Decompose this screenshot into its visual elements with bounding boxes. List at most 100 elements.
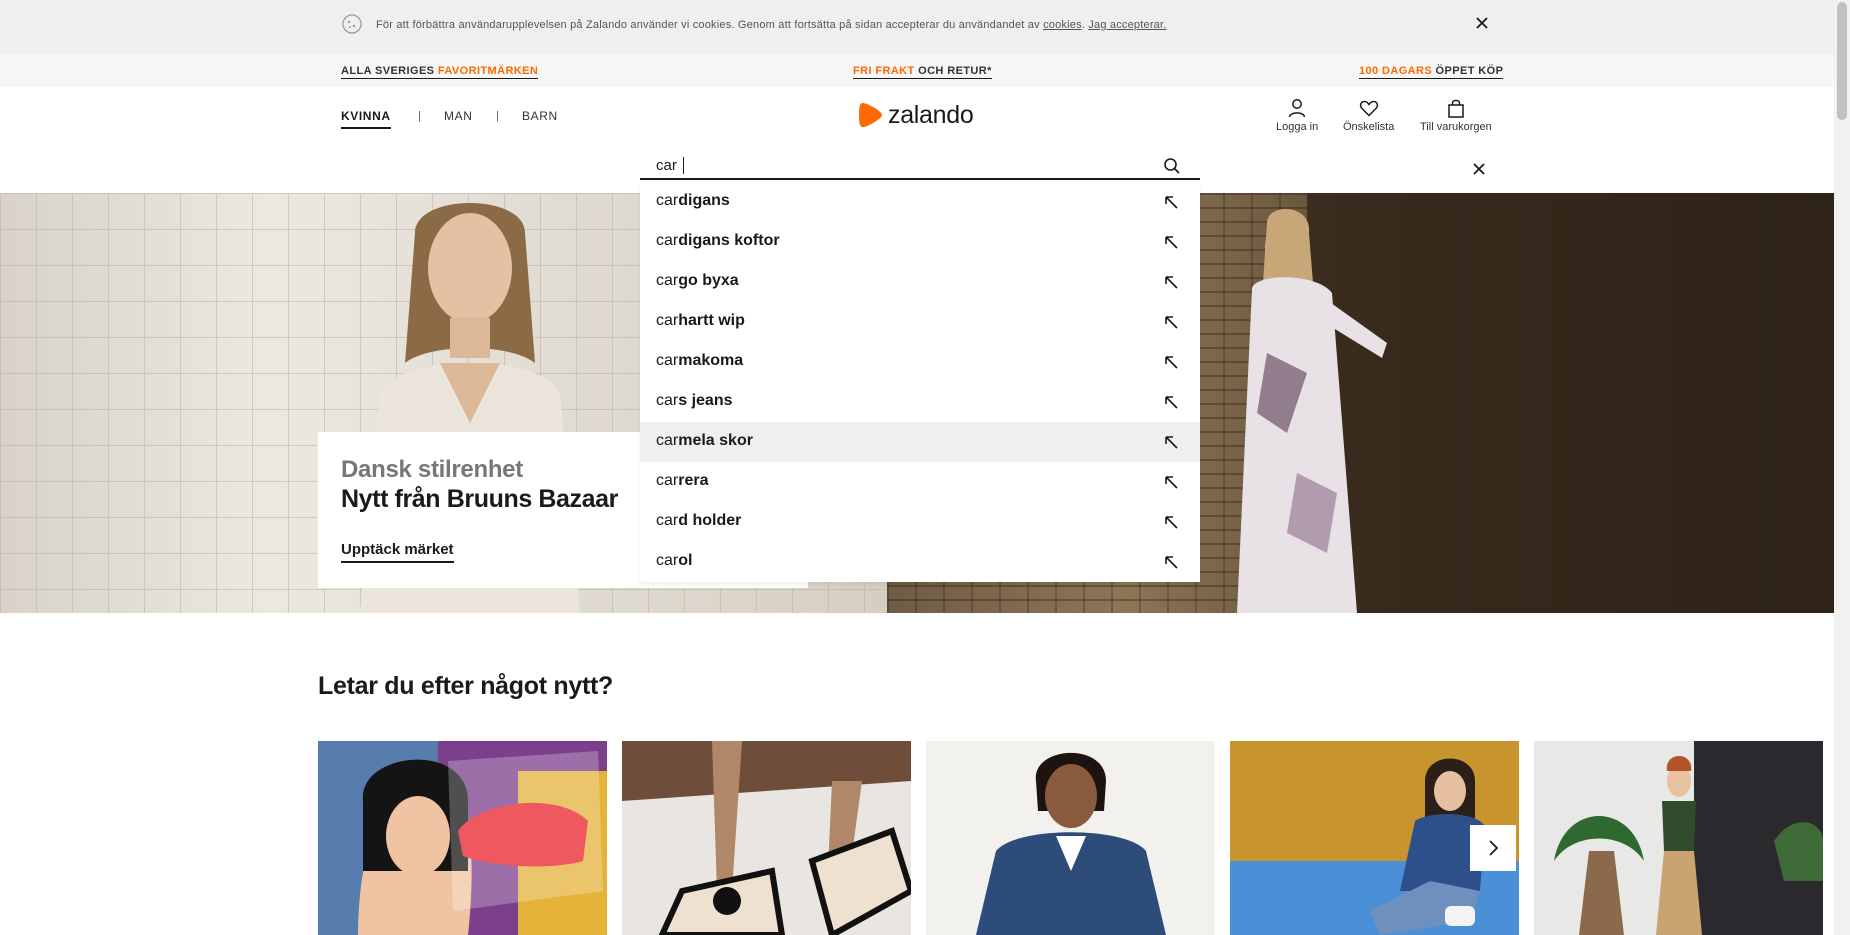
suggestion-label: carol [656, 552, 692, 570]
suggestion-item[interactable]: cardigans koftor [640, 222, 1200, 262]
suggestion-prefix: car [656, 392, 679, 409]
cookie-icon [342, 14, 362, 34]
promo-center-text: OCH RETUR* [918, 65, 992, 77]
suggestion-completion: s jeans [678, 392, 733, 409]
scrollbar-thumb[interactable] [1837, 2, 1847, 120]
cookie-banner: För att förbättra användarupplevelsen på… [0, 0, 1834, 54]
suggestion-label: cargo byxa [656, 272, 739, 290]
hero-title: Nytt från Bruuns Bazaar [341, 485, 618, 513]
suggestion-prefix: car [656, 352, 679, 369]
login-label: Logga in [1276, 121, 1319, 133]
cookies-link[interactable]: cookies [1043, 19, 1082, 31]
promo-left-highlight: FAVORITMÄRKEN [437, 65, 539, 77]
product-card[interactable] [1534, 741, 1823, 935]
suggestion-completion: makoma [678, 352, 744, 369]
suggestion-completion: d holder [678, 512, 742, 529]
suggestion-item[interactable]: carrera [640, 462, 1200, 502]
close-icon[interactable] [1471, 161, 1487, 177]
suggestion-label: cars jeans [656, 392, 733, 410]
promo-strip: ALLA SVERIGES FAVORITMÄRKEN FRI FRAKT OC… [0, 54, 1834, 87]
suggestion-item[interactable]: carmela skor [640, 422, 1200, 462]
suggestion-item[interactable]: carmakoma [640, 342, 1200, 382]
cookie-text: För att förbättra användarupplevelsen på… [376, 19, 1040, 31]
login-button[interactable]: Logga in [1276, 98, 1318, 133]
suggestion-prefix: car [656, 432, 679, 449]
wishlist-button[interactable]: Önskelista [1343, 98, 1394, 133]
logo-icon [859, 103, 882, 127]
suggestion-prefix: car [656, 232, 679, 249]
arrow-up-left-icon[interactable] [1163, 554, 1179, 570]
suggestion-prefix: car [656, 472, 679, 489]
suggestion-label: card holder [656, 512, 741, 530]
arrow-up-left-icon[interactable] [1163, 514, 1179, 530]
arrow-up-left-icon[interactable] [1163, 234, 1179, 250]
promo-right-text: ÖPPET KÖP [1435, 65, 1504, 77]
arrow-up-left-icon[interactable] [1163, 314, 1179, 330]
arrow-up-left-icon[interactable] [1163, 274, 1179, 290]
suggestion-completion: go byxa [678, 272, 739, 289]
heart-icon [1359, 100, 1378, 117]
accept-cookies-link[interactable]: Jag accepterar. [1088, 19, 1166, 31]
arrow-up-left-icon[interactable] [1163, 394, 1179, 410]
model-figure [1237, 209, 1387, 613]
product-card[interactable] [622, 741, 911, 935]
tab-kvinna[interactable]: KVINNA [341, 109, 391, 129]
search-suggestions: cardigans cardigans koftor cargo byxa carha… [640, 182, 1200, 582]
promo-free-shipping[interactable]: FRI FRAKT OCH RETUR* [853, 65, 992, 79]
search-input[interactable] [656, 157, 1136, 174]
suggestion-completion: ol [678, 552, 693, 569]
arrow-up-left-icon[interactable] [1163, 354, 1179, 370]
discover-brand-link[interactable]: Upptäck märket [341, 541, 454, 563]
product-card[interactable] [926, 741, 1215, 935]
zalando-logo[interactable]: zalando [858, 100, 974, 130]
cart-button[interactable]: Till varukorgen [1420, 98, 1492, 133]
promo-favorite-brands[interactable]: ALLA SVERIGES FAVORITMÄRKEN [341, 65, 539, 79]
tab-barn[interactable]: BARN [522, 109, 558, 123]
carousel-next-button[interactable] [1470, 825, 1516, 871]
suggestion-prefix: car [656, 272, 679, 289]
suggestion-label: carmela skor [656, 432, 753, 450]
cart-label: Till varukorgen [1420, 121, 1492, 133]
suggestion-item[interactable]: cardigans [640, 182, 1200, 222]
close-icon[interactable] [1473, 14, 1491, 32]
product-image [1534, 741, 1823, 935]
chevron-right-icon [1489, 840, 1499, 856]
scrollbar[interactable] [1834, 0, 1850, 935]
promo-open-purchase[interactable]: 100 DAGARS ÖPPET KÖP [1359, 65, 1504, 79]
search-field[interactable] [640, 152, 1200, 180]
search-icon[interactable] [1163, 157, 1181, 175]
tab-man[interactable]: MAN [444, 109, 472, 123]
user-icon [1288, 99, 1306, 118]
suggestion-label: cardigans [656, 192, 730, 210]
arrow-up-left-icon[interactable] [1163, 474, 1179, 490]
suggestion-completion: hartt wip [678, 312, 745, 329]
product-image [622, 741, 911, 935]
suggestion-prefix: car [656, 192, 679, 209]
suggestion-item[interactable]: card holder [640, 502, 1200, 542]
suggestion-label: carrera [656, 472, 708, 490]
suggestion-completion: digans koftor [678, 232, 780, 249]
product-card[interactable] [318, 741, 607, 935]
suggestion-completion: mela skor [678, 432, 753, 449]
suggestion-item[interactable]: carol [640, 542, 1200, 582]
bag-icon [1448, 99, 1464, 118]
arrow-up-left-icon[interactable] [1163, 434, 1179, 450]
nav-separator: | [418, 110, 421, 122]
hero-subtitle: Dansk stilrenhet [341, 456, 523, 483]
arrow-up-left-icon[interactable] [1163, 194, 1179, 210]
suggestion-item[interactable]: carhartt wip [640, 302, 1200, 342]
suggestion-prefix: car [656, 312, 679, 329]
section-title: Letar du efter något nytt? [318, 672, 613, 700]
suggestion-prefix: car [656, 552, 679, 569]
suggestion-label: carhartt wip [656, 312, 745, 330]
suggestion-completion: rera [678, 472, 709, 489]
product-image [926, 741, 1215, 935]
product-image [318, 741, 607, 935]
suggestion-item[interactable]: cars jeans [640, 382, 1200, 422]
text-caret [683, 157, 684, 174]
suggestion-item[interactable]: cargo byxa [640, 262, 1200, 302]
wishlist-label: Önskelista [1343, 121, 1395, 133]
suggestion-label: carmakoma [656, 352, 743, 370]
cookie-message: För att förbättra användarupplevelsen på… [376, 19, 1167, 31]
promo-right-highlight: 100 DAGARS [1359, 65, 1433, 77]
